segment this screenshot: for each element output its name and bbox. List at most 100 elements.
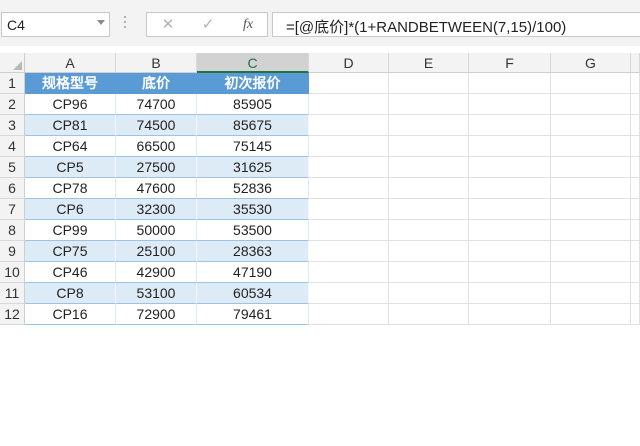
table-cell[interactable]: 47600 xyxy=(116,178,197,199)
empty-cell[interactable] xyxy=(469,199,551,220)
table-cell[interactable]: 85905 xyxy=(197,94,309,115)
empty-cell[interactable] xyxy=(631,178,640,199)
chevron-down-icon[interactable] xyxy=(97,20,105,25)
empty-cell[interactable] xyxy=(309,262,389,283)
row-header-4[interactable]: 4 xyxy=(0,136,25,157)
empty-cell[interactable] xyxy=(551,115,631,136)
formula-input[interactable]: =[@底价]*(1+RANDBETWEEN(7,15)/100) xyxy=(272,12,640,37)
empty-cell[interactable] xyxy=(389,241,469,262)
empty-cell[interactable] xyxy=(389,220,469,241)
row-header-7[interactable]: 7 xyxy=(0,199,25,220)
empty-cell[interactable] xyxy=(309,241,389,262)
empty-cell[interactable] xyxy=(389,136,469,157)
table-cell[interactable]: 35530 xyxy=(197,199,309,220)
empty-cell[interactable] xyxy=(469,220,551,241)
empty-cell[interactable] xyxy=(631,73,640,94)
empty-cell[interactable] xyxy=(551,241,631,262)
table-cell[interactable]: 75145 xyxy=(197,136,309,157)
row-header-11[interactable]: 11 xyxy=(0,283,25,304)
table-cell[interactable]: 53500 xyxy=(197,220,309,241)
close-icon[interactable]: ✕ xyxy=(153,15,183,35)
empty-cell[interactable] xyxy=(309,178,389,199)
empty-cell[interactable] xyxy=(631,136,640,157)
table-cell[interactable]: CP81 xyxy=(25,115,116,136)
empty-cell[interactable] xyxy=(469,73,551,94)
row-header-10[interactable]: 10 xyxy=(0,262,25,283)
empty-cell[interactable] xyxy=(309,304,389,325)
empty-cell[interactable] xyxy=(389,262,469,283)
empty-cell[interactable] xyxy=(551,73,631,94)
table-cell[interactable]: 25100 xyxy=(116,241,197,262)
empty-cell[interactable] xyxy=(389,115,469,136)
row-header-5[interactable]: 5 xyxy=(0,157,25,178)
empty-cell[interactable] xyxy=(469,94,551,115)
table-cell[interactable]: CP64 xyxy=(25,136,116,157)
empty-cell[interactable] xyxy=(389,199,469,220)
column-header-b[interactable]: B xyxy=(116,53,197,73)
empty-cell[interactable] xyxy=(309,136,389,157)
table-cell[interactable]: CP99 xyxy=(25,220,116,241)
empty-cell[interactable] xyxy=(551,94,631,115)
empty-cell[interactable] xyxy=(631,157,640,178)
empty-cell[interactable] xyxy=(631,115,640,136)
table-cell[interactable]: CP16 xyxy=(25,304,116,325)
drag-handle-icon[interactable] xyxy=(124,16,127,32)
table-cell[interactable]: 31625 xyxy=(197,157,309,178)
empty-cell[interactable] xyxy=(389,178,469,199)
empty-cell[interactable] xyxy=(469,241,551,262)
table-cell[interactable]: 27500 xyxy=(116,157,197,178)
table-header-cell[interactable]: 规格型号 xyxy=(25,73,116,94)
row-header-2[interactable]: 2 xyxy=(0,94,25,115)
table-cell[interactable]: 52836 xyxy=(197,178,309,199)
table-cell[interactable]: CP78 xyxy=(25,178,116,199)
table-cell[interactable]: 32300 xyxy=(116,199,197,220)
empty-cell[interactable] xyxy=(309,283,389,304)
column-header-f[interactable]: F xyxy=(469,53,551,73)
empty-cell[interactable] xyxy=(551,199,631,220)
empty-cell[interactable] xyxy=(389,157,469,178)
table-header-cell[interactable]: 底价 xyxy=(116,73,197,94)
table-cell[interactable]: CP46 xyxy=(25,262,116,283)
empty-cell[interactable] xyxy=(631,94,640,115)
table-cell[interactable]: 72900 xyxy=(116,304,197,325)
column-header-e[interactable]: E xyxy=(389,53,469,73)
table-cell[interactable]: CP75 xyxy=(25,241,116,262)
empty-cell[interactable] xyxy=(551,304,631,325)
empty-cell[interactable] xyxy=(631,304,640,325)
empty-cell[interactable] xyxy=(309,115,389,136)
table-cell[interactable]: CP6 xyxy=(25,199,116,220)
empty-cell[interactable] xyxy=(631,241,640,262)
table-cell[interactable]: 42900 xyxy=(116,262,197,283)
empty-cell[interactable] xyxy=(631,283,640,304)
empty-cell[interactable] xyxy=(389,283,469,304)
empty-cell[interactable] xyxy=(631,262,640,283)
table-cell[interactable]: 74700 xyxy=(116,94,197,115)
table-cell[interactable]: 28363 xyxy=(197,241,309,262)
name-box[interactable]: C4 xyxy=(1,12,110,37)
row-header-6[interactable]: 6 xyxy=(0,178,25,199)
empty-cell[interactable] xyxy=(551,220,631,241)
table-cell[interactable]: 85675 xyxy=(197,115,309,136)
table-cell[interactable]: CP8 xyxy=(25,283,116,304)
empty-cell[interactable] xyxy=(631,220,640,241)
empty-cell[interactable] xyxy=(631,199,640,220)
select-all-button[interactable] xyxy=(0,53,25,73)
empty-cell[interactable] xyxy=(389,94,469,115)
row-header-12[interactable]: 12 xyxy=(0,304,25,325)
column-header-d[interactable]: D xyxy=(309,53,389,73)
row-header-9[interactable]: 9 xyxy=(0,241,25,262)
column-header-g[interactable]: G xyxy=(551,53,631,73)
empty-cell[interactable] xyxy=(469,304,551,325)
empty-cell[interactable] xyxy=(389,73,469,94)
insert-function-button[interactable]: fx xyxy=(233,15,263,35)
empty-cell[interactable] xyxy=(551,262,631,283)
table-header-cell[interactable]: 初次报价 xyxy=(197,73,309,94)
table-cell[interactable]: 60534 xyxy=(197,283,309,304)
table-cell[interactable]: 79461 xyxy=(197,304,309,325)
table-cell[interactable]: 53100 xyxy=(116,283,197,304)
table-cell[interactable]: 74500 xyxy=(116,115,197,136)
column-header-a[interactable]: A xyxy=(25,53,116,73)
check-icon[interactable]: ✓ xyxy=(193,15,223,35)
empty-cell[interactable] xyxy=(309,94,389,115)
empty-cell[interactable] xyxy=(469,157,551,178)
